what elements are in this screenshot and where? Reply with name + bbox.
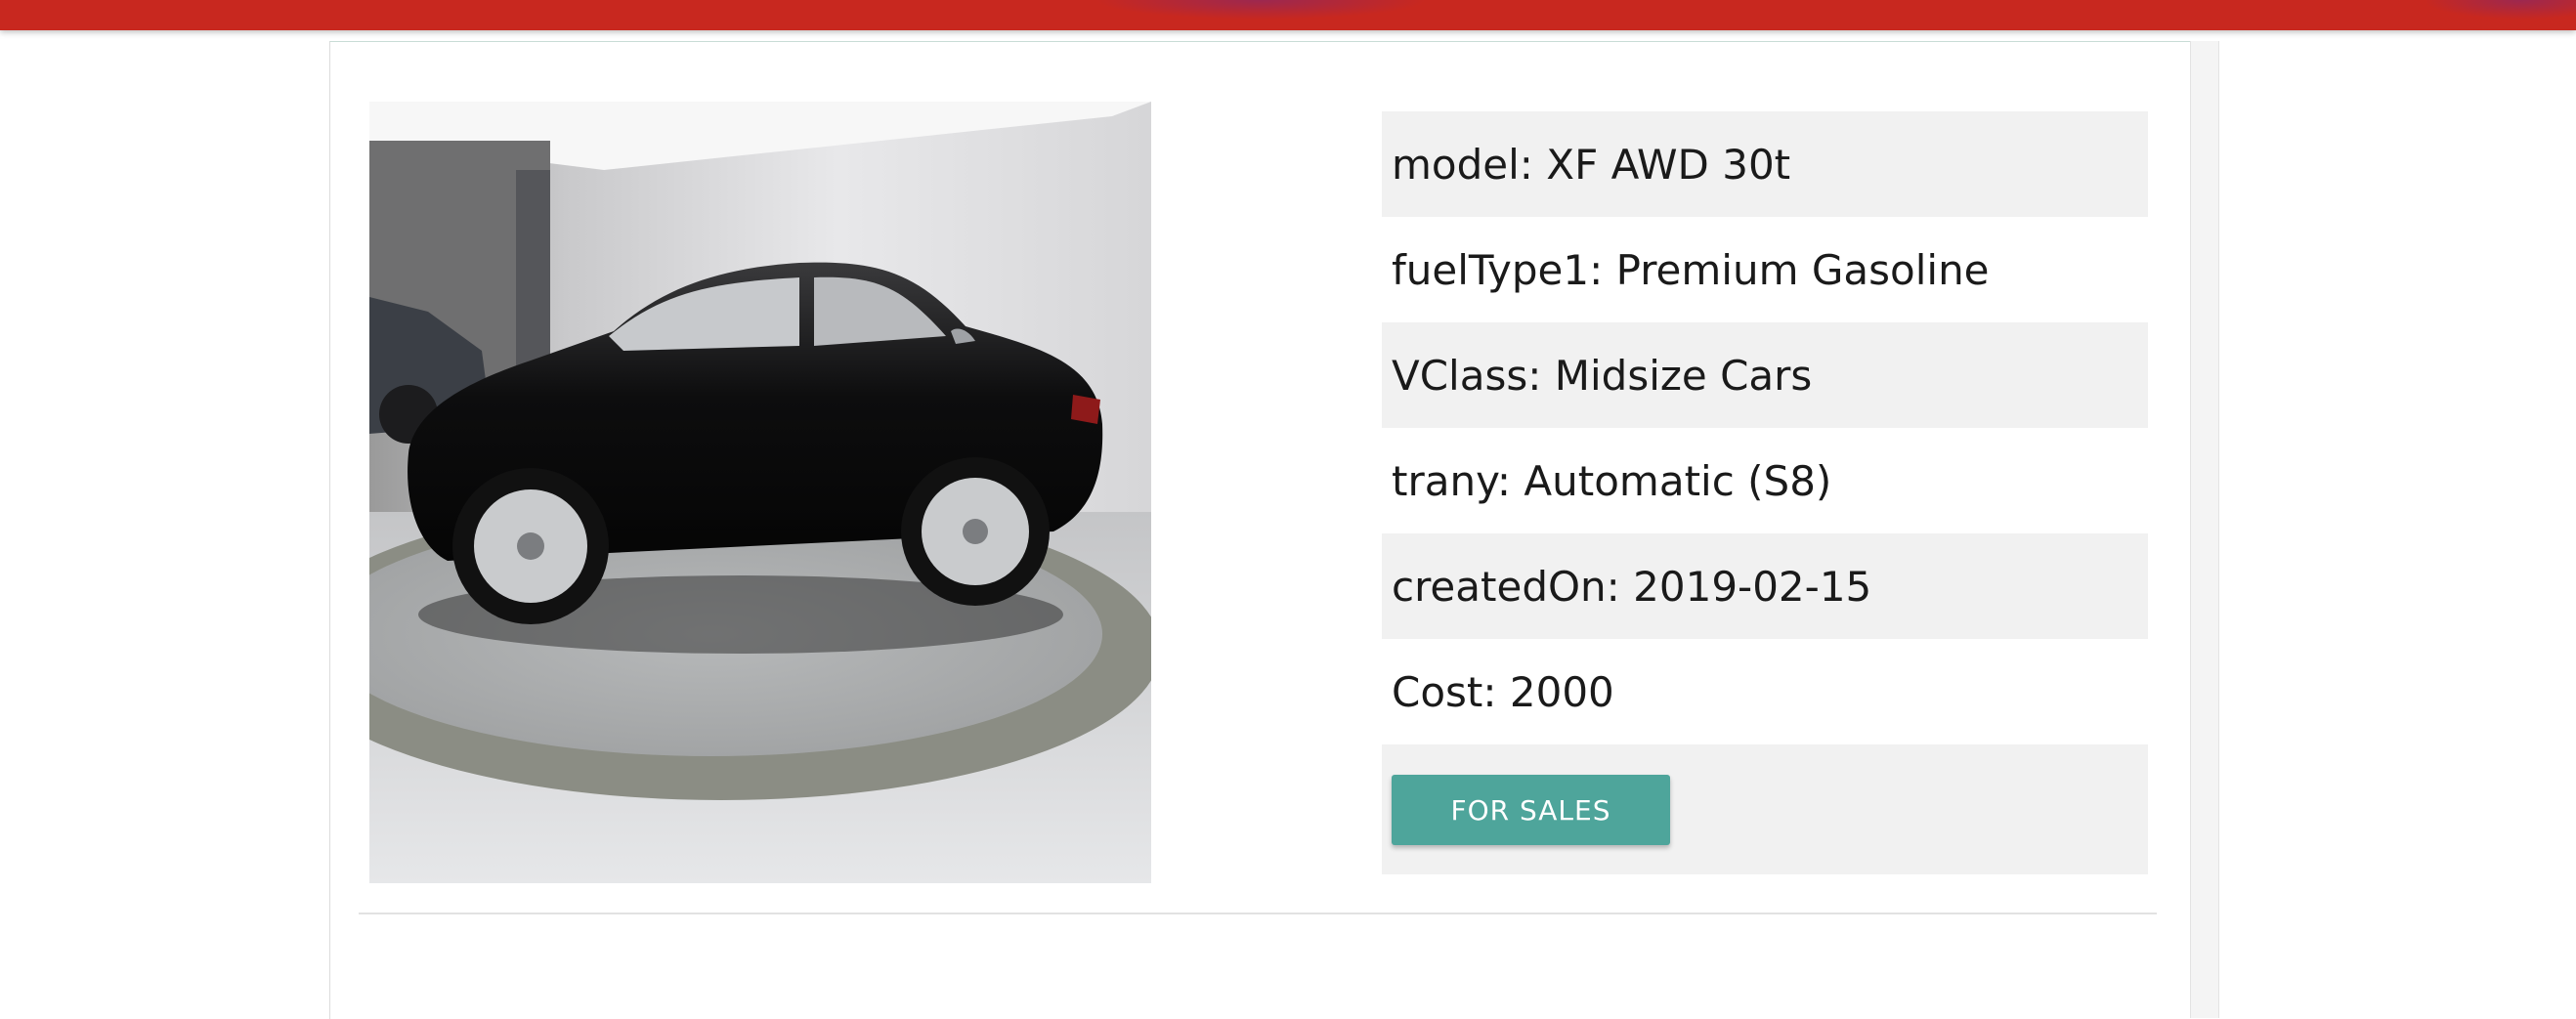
created-on-value: 2019-02-15: [1633, 562, 1872, 611]
transmission-label: trany:: [1392, 456, 1512, 505]
detail-row-action: FOR SALES: [1382, 744, 2148, 874]
cost-value: 2000: [1509, 667, 1614, 716]
detail-row-transmission: trany: Automatic (S8): [1382, 428, 2148, 533]
car-details-list: model: XF AWD 30t fuelType1: Premium Gas…: [1382, 111, 2148, 874]
model-value: XF AWD 30t: [1546, 140, 1791, 189]
car-photo: [369, 102, 1151, 883]
cost-label: Cost:: [1392, 667, 1497, 716]
top-nav-bar: [0, 0, 2576, 30]
topbar-glow: [1095, 0, 1427, 20]
detail-row-vclass: VClass: Midsize Cars: [1382, 322, 2148, 428]
fuel-type-label: fuelType1:: [1392, 245, 1604, 294]
car-photo-illustration: [369, 102, 1151, 883]
detail-row-model: model: XF AWD 30t: [1382, 111, 2148, 217]
detail-row-fuel-type: fuelType1: Premium Gasoline: [1382, 217, 2148, 322]
detail-row-created-on: createdOn: 2019-02-15: [1382, 533, 2148, 639]
vclass-value: Midsize Cars: [1554, 351, 1813, 400]
created-on-label: createdOn:: [1392, 562, 1620, 611]
fuel-type-value: Premium Gasoline: [1615, 245, 1990, 294]
right-scroll-gutter: [2190, 41, 2219, 1018]
for-sales-button[interactable]: FOR SALES: [1392, 775, 1670, 845]
transmission-value: Automatic (S8): [1524, 456, 1832, 505]
topbar-glow-right: [2424, 0, 2576, 20]
detail-row-cost: Cost: 2000: [1382, 639, 2148, 744]
section-divider: [359, 913, 2157, 914]
model-label: model:: [1392, 140, 1533, 189]
vclass-label: VClass:: [1392, 351, 1542, 400]
